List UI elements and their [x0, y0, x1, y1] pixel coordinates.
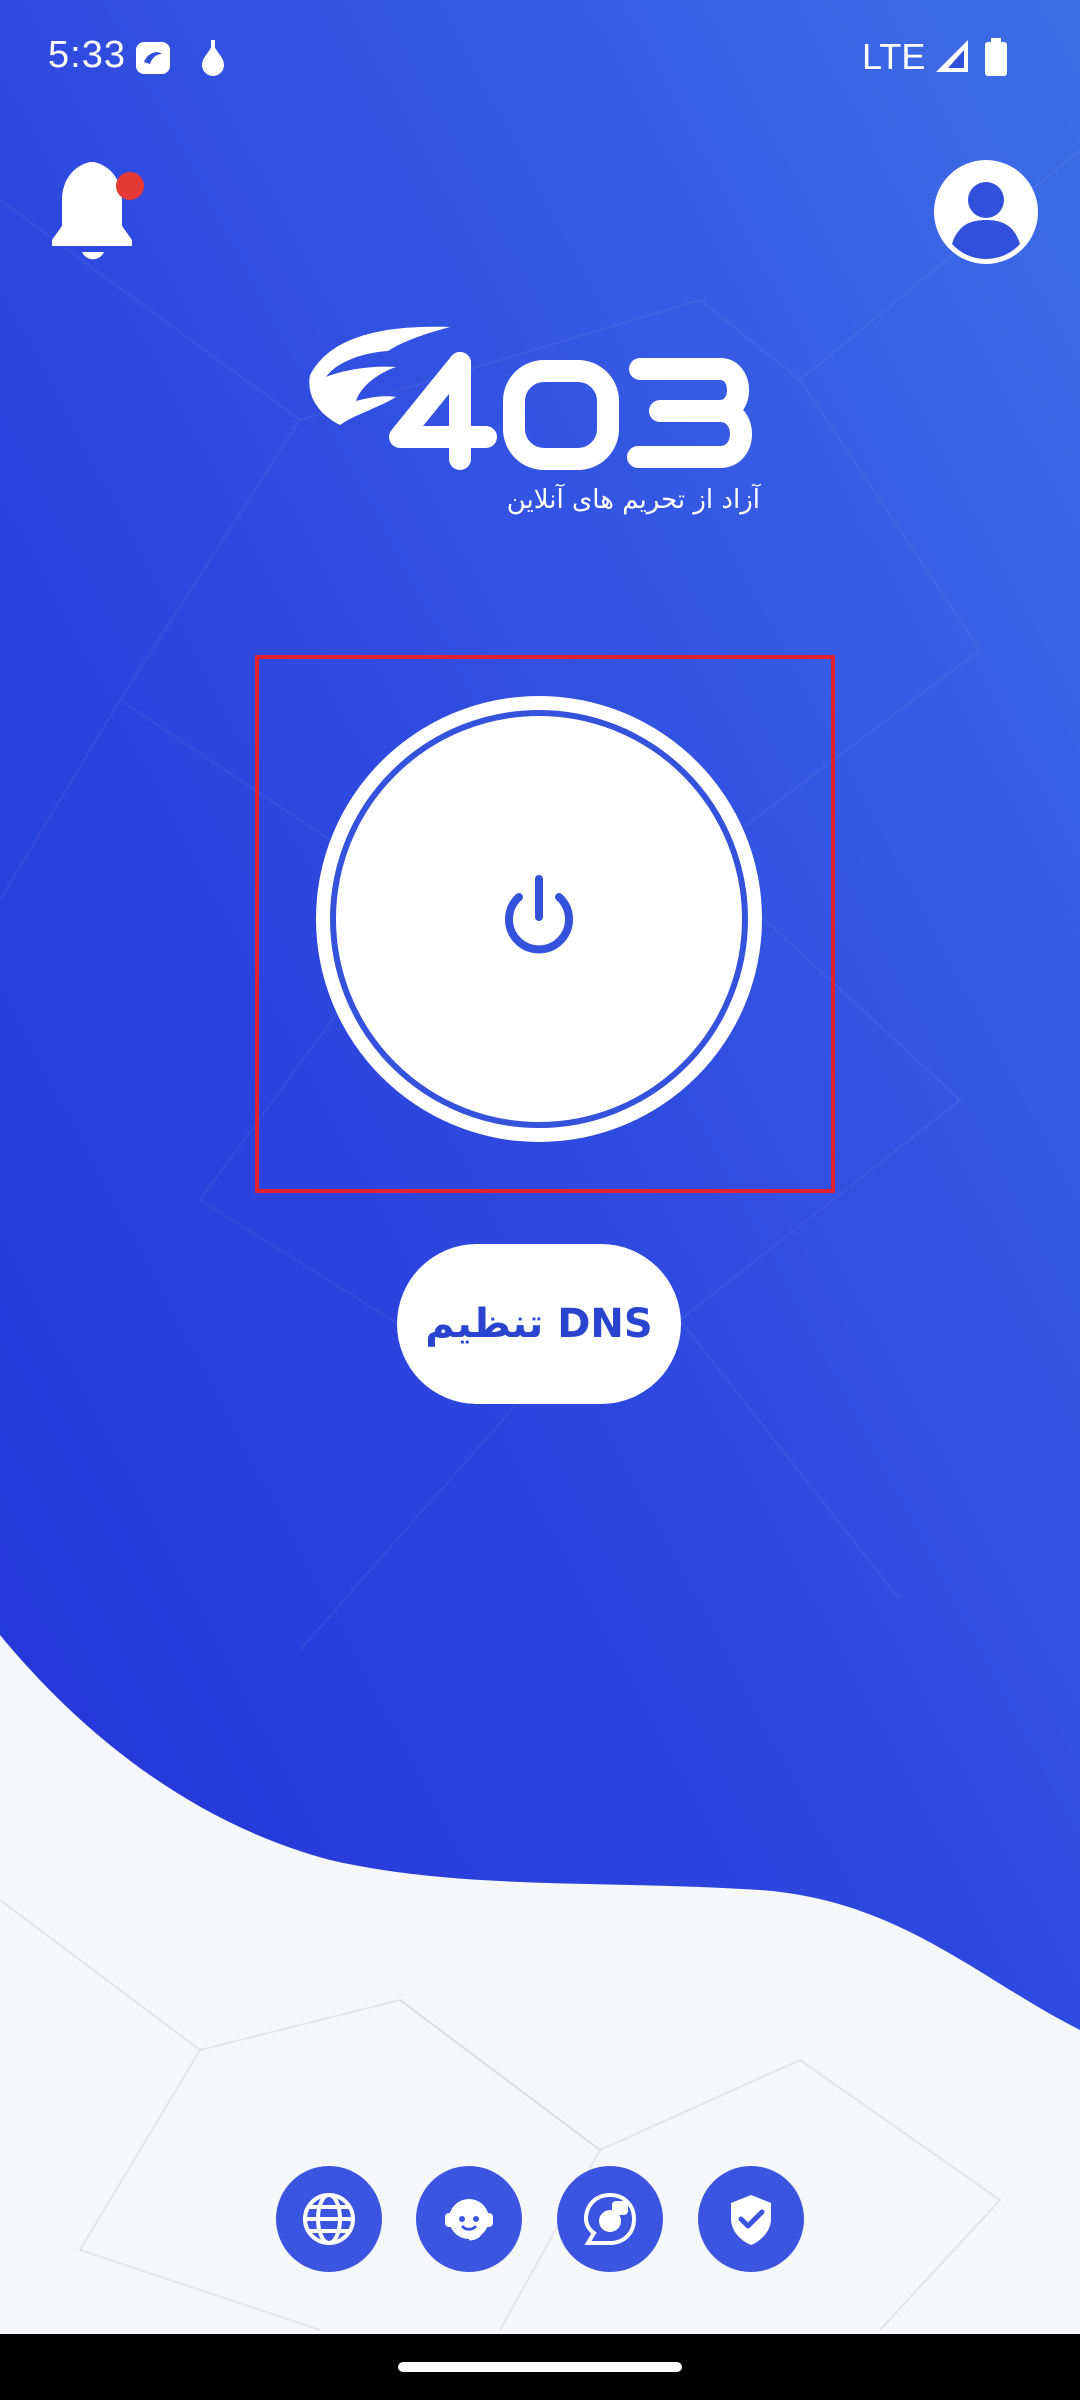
battery-icon	[984, 38, 1008, 82]
profile-button[interactable]	[932, 158, 1040, 266]
bell-icon	[52, 162, 144, 260]
drop-icon	[196, 38, 230, 82]
app-logo	[300, 315, 770, 475]
support-agent-icon	[445, 2199, 493, 2241]
notification-app-icon	[134, 38, 174, 82]
shield-button[interactable]	[698, 2166, 804, 2272]
camera-app-icon	[583, 2192, 637, 2245]
connect-power-button[interactable]	[316, 696, 762, 1142]
network-type: LTE	[862, 36, 926, 77]
support-button[interactable]	[416, 2166, 522, 2272]
power-icon	[505, 875, 573, 954]
notifications-button[interactable]	[46, 156, 146, 266]
logo-tagline: آزاد از تحریم های آنلاین	[506, 485, 760, 515]
status-bar: 5:33 LTE	[0, 0, 1080, 118]
signal-icon	[934, 38, 970, 78]
notification-badge	[116, 172, 144, 200]
home-gesture-handle[interactable]	[398, 2362, 682, 2372]
shield-check-icon	[731, 2195, 771, 2245]
globe-icon	[303, 2193, 355, 2245]
camera-app-button[interactable]	[557, 2166, 663, 2272]
globe-button[interactable]	[276, 2166, 382, 2272]
status-time: 5:33	[48, 34, 126, 76]
app-screen: 5:33 LTE آزاد از تحریم های آنلاین تنظیم …	[0, 0, 1080, 2400]
dns-settings-button[interactable]: تنظیم DNS	[397, 1244, 681, 1404]
user-profile-icon	[934, 160, 1038, 264]
